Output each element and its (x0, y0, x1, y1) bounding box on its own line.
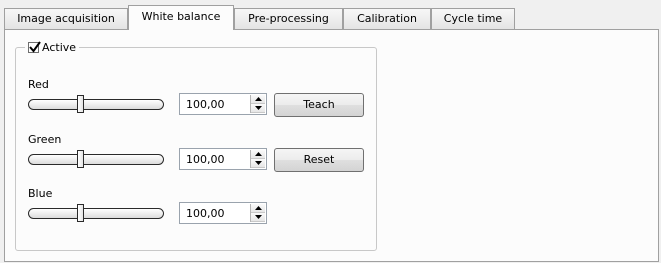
green-slider-track (28, 154, 164, 165)
blue-slider[interactable] (28, 204, 164, 224)
active-label: Active (42, 40, 77, 54)
green-slider-thumb[interactable] (77, 150, 84, 168)
tab-strip: Image acquisition White balance Pre-proc… (0, 0, 661, 30)
reset-button[interactable]: Reset (274, 148, 364, 172)
blue-value-spinbox[interactable]: 100,00 (179, 202, 267, 224)
blue-label: Blue (28, 187, 53, 200)
tab-cycle-time[interactable]: Cycle time (431, 8, 515, 29)
green-label: Green (28, 133, 62, 146)
blue-slider-track (28, 208, 164, 219)
red-slider-track (28, 99, 164, 110)
green-value: 100,00 (186, 153, 225, 166)
spin-down-icon[interactable] (251, 104, 265, 113)
teach-button[interactable]: Teach (274, 93, 364, 117)
spin-up-icon[interactable] (251, 95, 265, 104)
tab-image-acquisition[interactable]: Image acquisition (4, 8, 128, 29)
green-value-spinbox[interactable]: 100,00 (179, 148, 267, 170)
red-slider-thumb[interactable] (77, 95, 84, 113)
tab-calibration[interactable]: Calibration (343, 8, 431, 29)
active-checkbox[interactable] (28, 40, 41, 53)
red-label: Red (28, 78, 49, 91)
checkmark-icon (29, 40, 41, 53)
tab-white-balance[interactable]: White balance (128, 5, 234, 30)
spin-up-icon[interactable] (251, 150, 265, 159)
red-value: 100,00 (186, 98, 225, 111)
red-value-spinbox[interactable]: 100,00 (179, 93, 267, 115)
blue-slider-thumb[interactable] (77, 204, 84, 222)
green-slider[interactable] (28, 150, 164, 170)
blue-value: 100,00 (186, 207, 225, 220)
spin-down-icon[interactable] (251, 213, 265, 222)
spin-up-icon[interactable] (251, 204, 265, 213)
red-slider[interactable] (28, 95, 164, 115)
active-toggle[interactable]: Active (25, 40, 80, 54)
tab-pre-processing[interactable]: Pre-processing (234, 8, 343, 29)
spin-down-icon[interactable] (251, 159, 265, 168)
